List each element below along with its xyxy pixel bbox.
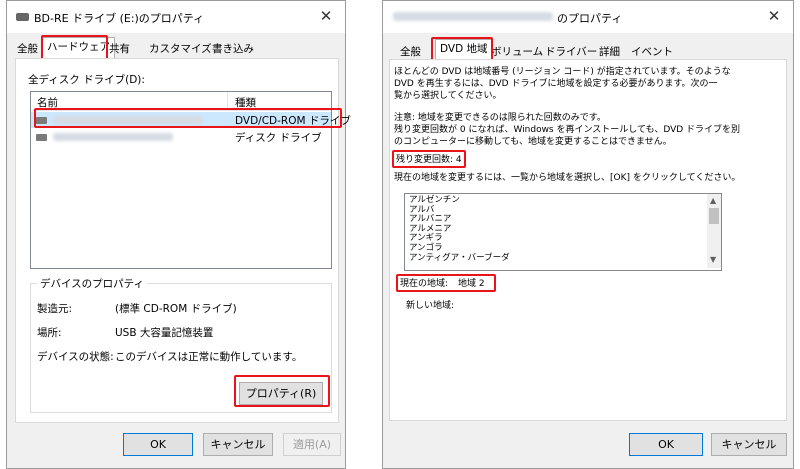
note-line: のコンピューターに移動しても、地域を変更することはできません。 [394, 137, 672, 147]
tab-panel: 全ディスク ドライブ(D): 名前 種類 DVD/CD-ROM ドライブ ディス… [15, 58, 351, 423]
note-text: 注意: 地域を変更できるのは限られた回数のみです。 残り変更回数が 0 になれば… [394, 112, 740, 148]
row-type: ディスク ドライブ [235, 132, 322, 144]
list-item[interactable]: アンティグア・バーブーダ [409, 253, 510, 264]
current-region-label: 現在の地域: [400, 279, 449, 289]
current-region-value: 地域 2 [458, 279, 485, 289]
column-name[interactable]: 名前 [37, 95, 58, 110]
scroll-down-icon[interactable]: ▼ [710, 255, 716, 264]
window-title: BD-RE ドライブ (E:)のプロパティ [34, 12, 205, 25]
status-value: このデバイスは正常に動作しています。 [115, 351, 303, 363]
window-title: のプロパティ [557, 12, 623, 25]
note-line: 残り変更回数が 0 になれば、Windows を再インストールしても、DVD ド… [394, 125, 741, 135]
close-icon[interactable]: ✕ [763, 5, 785, 27]
drive-icon [16, 13, 29, 21]
instruction-text: 現在の地域を変更するには、一覧から地域を選択し、[OK] をクリックしてください… [394, 173, 741, 183]
ok-button[interactable]: OK [629, 433, 703, 456]
scrollbar[interactable]: ▲ ▼ [707, 194, 721, 268]
tab-burn[interactable]: 書き込み [208, 40, 258, 58]
tab-dvd-region[interactable]: DVD 地域 [435, 39, 493, 60]
location-value: USB 大容量記憶装置 [115, 327, 214, 339]
drives-label: 全ディスク ドライブ(D): [28, 74, 145, 86]
location-label: 場所: [37, 327, 62, 339]
properties-window-dvd-region: のプロパティ ✕ 全般 DVD 地域 ボリューム ドライバー 詳細 イベント ほ… [382, 0, 794, 469]
redacted-name [53, 116, 203, 124]
properties-window-hardware: BD-RE ドライブ (E:)のプロパティ ✕ 全般 ハードウェア 共有 カスタ… [6, 0, 351, 469]
status-label: デバイスの状態: [37, 351, 114, 363]
manufacturer-value: (標準 CD-ROM ドライブ) [115, 303, 237, 315]
intro-line: ほとんどの DVD は地域番号 (リージョン コード) が指定されています。その… [394, 67, 731, 77]
intro-text: ほとんどの DVD は地域番号 (リージョン コード) が指定されています。その… [394, 66, 731, 102]
title-bar: BD-RE ドライブ (E:)のプロパティ ✕ [7, 1, 345, 33]
tab-sharing[interactable]: 共有 [105, 40, 134, 58]
ok-button[interactable]: OK [123, 433, 193, 456]
tab-customize[interactable]: カスタマイズ [145, 40, 216, 58]
intro-line: 覧から選択してください。 [394, 91, 502, 101]
tab-panel: ほとんどの DVD は地域番号 (リージョン コード) が指定されています。その… [389, 59, 787, 421]
new-region-label: 新しい地域: [406, 301, 455, 311]
scroll-thumb[interactable] [709, 208, 719, 224]
redacted-title [393, 12, 553, 21]
drive-icon [36, 117, 47, 124]
device-properties-group: デバイスのプロパティ 製造元: (標準 CD-ROM ドライブ) 場所: USB… [30, 276, 332, 413]
scroll-up-icon[interactable]: ▲ [710, 196, 716, 205]
properties-button[interactable]: プロパティ(R) [239, 382, 323, 405]
column-type[interactable]: 種類 [235, 95, 256, 110]
cancel-button[interactable]: キャンセル [203, 433, 273, 456]
close-icon[interactable]: ✕ [315, 5, 337, 27]
redacted-name [53, 133, 173, 141]
note-line: 注意: 地域を変更できるのは限られた回数のみです。 [394, 113, 606, 123]
group-title: デバイスのプロパティ [37, 276, 148, 291]
apply-button[interactable]: 適用(A) [283, 433, 341, 456]
table-row[interactable]: DVD/CD-ROM ドライブ [31, 112, 351, 128]
row-type: DVD/CD-ROM ドライブ [235, 115, 351, 127]
drive-list[interactable]: 名前 種類 DVD/CD-ROM ドライブ ディスク ドライブ [30, 91, 351, 269]
title-bar: のプロパティ ✕ [383, 1, 793, 33]
cancel-button[interactable]: キャンセル [711, 433, 787, 456]
intro-line: DVD を再生するには、DVD ドライブに地域を設定する必要があります。次の一 [394, 79, 718, 89]
list-header: 名前 種類 [31, 92, 331, 111]
tab-general[interactable]: 全般 [13, 40, 42, 58]
manufacturer-label: 製造元: [37, 303, 73, 315]
remaining-changes: 残り変更回数: 4 [396, 155, 462, 165]
region-list[interactable]: アルゼンチン アルバ アルバニア アルメニア アンギラ アンゴラ アンティグア・… [404, 193, 722, 271]
table-row[interactable]: ディスク ドライブ [31, 129, 331, 145]
drive-icon [36, 134, 47, 141]
